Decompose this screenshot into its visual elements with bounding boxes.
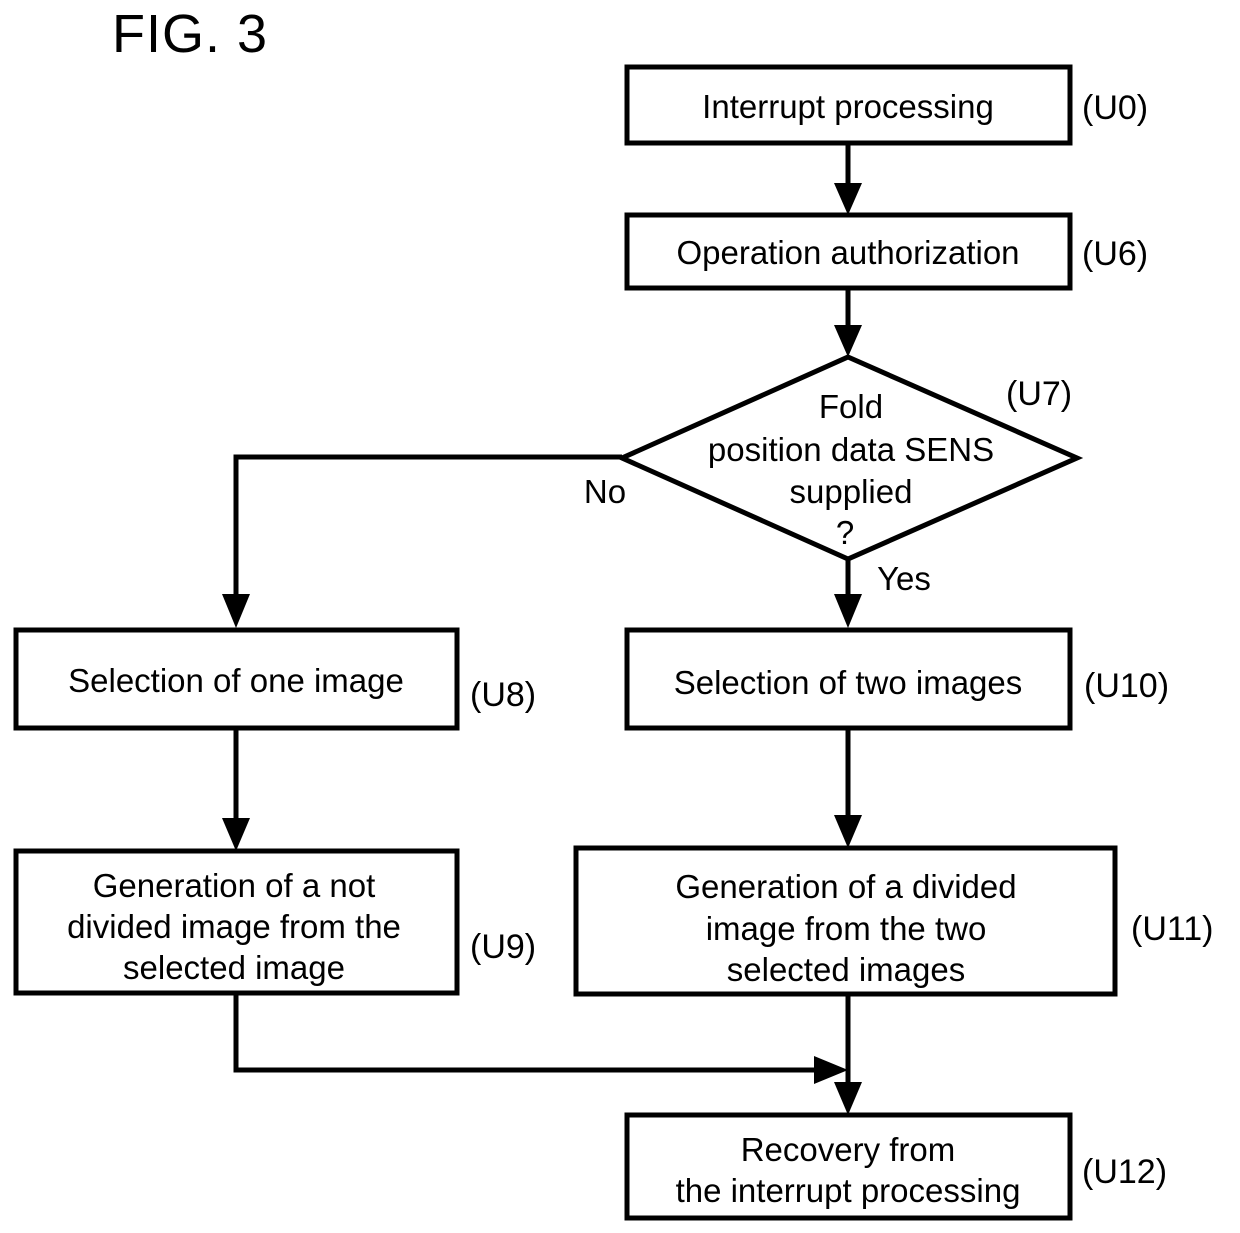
edge-u7-u10-yes [834,559,862,628]
node-u7-label-line1: Fold [819,388,883,425]
arrow-head-icon [814,1056,848,1084]
arrow-head-icon [834,1082,862,1115]
arrow-head-icon [222,594,250,628]
node-u11-ref: (U11) [1131,910,1214,948]
node-u8[interactable]: Selection of one image [13,627,460,731]
edge-u10-u11 [834,728,862,848]
node-u10-label: Selection of two images [674,664,1023,701]
flowchart-canvas: FIG. 3 Interrupt processing (U0) Operati… [13,4,1214,1221]
node-u0[interactable]: Interrupt processing [624,64,1073,146]
node-u9-label-line2: divided image from the [67,908,401,945]
arrow-head-icon [222,818,250,851]
node-u7-label-line4: ? [836,514,854,551]
node-u0-label: Interrupt processing [702,88,994,125]
node-u10[interactable]: Selection of two images [624,627,1073,731]
node-u8-ref: (U8) [470,676,536,714]
node-u10-ref: (U10) [1084,667,1169,705]
edge-u7-u8-no [222,454,622,628]
node-u9-label-line1: Generation of a not [93,867,376,904]
node-u9-label-line3: selected image [123,949,345,986]
node-u7-ref: (U7) [1006,375,1072,413]
node-u6-label: Operation authorization [676,234,1019,271]
edge-u0-u6 [834,143,862,215]
node-u12[interactable]: Recovery from the interrupt processing [624,1112,1073,1221]
node-u11-label-line1: Generation of a divided [675,868,1016,905]
node-u9[interactable]: Generation of a not divided image from t… [13,848,460,996]
node-u12-ref: (U12) [1082,1153,1167,1191]
edge-yes-label: Yes [877,560,931,597]
edge-u9-merge [233,993,848,1084]
figure-root: FIG. 3 Interrupt processing (U0) Operati… [0,0,1240,1233]
node-u12-label-line2: the interrupt processing [676,1172,1021,1209]
arrow-head-icon [834,594,862,628]
node-u11[interactable]: Generation of a divided image from the t… [573,845,1118,997]
edge-u11-u12 [834,994,862,1115]
node-u6-ref: (U6) [1082,235,1148,273]
node-u7-label-line3: supplied [790,473,913,510]
arrow-head-icon [834,325,862,357]
edge-no-label: No [584,473,626,510]
figure-title: FIG. 3 [112,4,268,64]
node-u12-label-line1: Recovery from [741,1131,956,1168]
node-u8-label: Selection of one image [68,662,404,699]
node-u6[interactable]: Operation authorization [624,212,1073,291]
arrow-head-icon [834,815,862,848]
node-u0-ref: (U0) [1082,89,1148,127]
node-u9-ref: (U9) [470,928,536,966]
edge-u8-u9 [222,728,250,851]
node-u11-label-line3: selected images [727,951,965,988]
node-u7-label-line2: position data SENS [708,431,994,468]
edge-u6-u7 [834,288,862,357]
arrow-head-icon [834,183,862,215]
node-u11-label-line2: image from the two [706,910,987,947]
